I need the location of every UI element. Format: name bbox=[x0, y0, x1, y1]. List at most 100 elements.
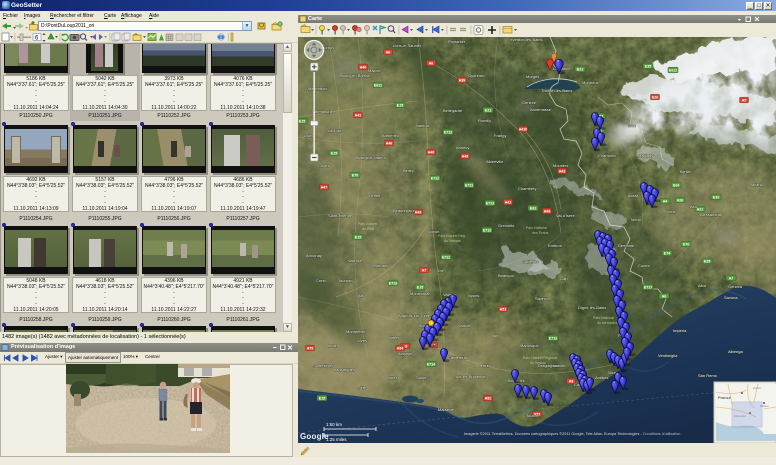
svg-text:Valence: Valence bbox=[348, 258, 363, 263]
svg-text:E21: E21 bbox=[577, 68, 583, 72]
svg-text:E15: E15 bbox=[331, 152, 337, 156]
svg-text:Vidauban: Vidauban bbox=[548, 363, 565, 368]
svg-text:E70: E70 bbox=[683, 243, 689, 247]
svg-text:Chambéry: Chambéry bbox=[518, 186, 536, 191]
svg-text:Ambérieu: Ambérieu bbox=[382, 133, 399, 138]
svg-text:A6: A6 bbox=[386, 51, 391, 55]
svg-text:E714: E714 bbox=[427, 363, 435, 367]
svg-text:Manosque: Manosque bbox=[520, 343, 539, 348]
svg-text:Annonay: Annonay bbox=[306, 253, 322, 258]
svg-text:Martigny: Martigny bbox=[638, 153, 653, 158]
svg-text:A43: A43 bbox=[559, 170, 566, 174]
svg-text:Romans: Romans bbox=[373, 263, 388, 268]
svg-text:Savona: Savona bbox=[724, 295, 738, 300]
svg-text:Bourg-en-Bresse: Bourg-en-Bresse bbox=[340, 73, 371, 78]
svg-text:Toulon: Toulon bbox=[526, 413, 538, 418]
svg-text:E713: E713 bbox=[389, 282, 397, 286]
svg-text:Frangy: Frangy bbox=[494, 133, 506, 138]
svg-text:Villefranche: Villefranche bbox=[312, 109, 334, 114]
svg-text:Google: Google bbox=[300, 432, 329, 441]
svg-text:Annecy: Annecy bbox=[456, 145, 469, 150]
svg-text:Parc Naturel Régional: Parc Naturel Régional bbox=[523, 356, 557, 360]
svg-text:Bellegarde: Bellegarde bbox=[443, 108, 463, 113]
svg-text:Embrun: Embrun bbox=[548, 243, 562, 248]
svg-text:Grenoble: Grenoble bbox=[498, 223, 515, 228]
svg-text:A410: A410 bbox=[519, 128, 528, 132]
svg-text:Istres: Istres bbox=[388, 375, 398, 380]
svg-text:Nîmes: Nîmes bbox=[388, 335, 400, 340]
svg-text:Uzès: Uzès bbox=[358, 338, 367, 343]
svg-text:Nantua: Nantua bbox=[416, 123, 430, 128]
svg-text:1:25 miles: 1:25 miles bbox=[326, 437, 347, 442]
svg-text:Bagnols-sur-Cèze: Bagnols-sur-Cèze bbox=[398, 313, 431, 318]
svg-text:E35: E35 bbox=[645, 65, 651, 69]
svg-text:Beaurepaire: Beaurepaire bbox=[393, 208, 416, 213]
svg-text:E21: E21 bbox=[485, 109, 491, 113]
svg-text:A5: A5 bbox=[742, 99, 747, 103]
svg-text:A39: A39 bbox=[459, 79, 466, 83]
svg-text:Lons-le-Saunier: Lons-le-Saunier bbox=[393, 43, 422, 48]
svg-text:E74: E74 bbox=[664, 252, 670, 256]
svg-text:Asti: Asti bbox=[690, 204, 697, 209]
svg-text:A42: A42 bbox=[355, 114, 362, 118]
svg-text:du Pilat: du Pilat bbox=[362, 227, 374, 231]
svg-text:Pertuis: Pertuis bbox=[478, 363, 490, 368]
svg-text:Val-d'Isère: Val-d'Isère bbox=[556, 213, 575, 218]
svg-text:E611: E611 bbox=[374, 84, 382, 88]
svg-text:du Vercors: du Vercors bbox=[444, 239, 461, 243]
svg-text:E612: E612 bbox=[669, 69, 677, 73]
svg-text:des Écrins: des Écrins bbox=[532, 230, 549, 235]
svg-text:Moutiers: Moutiers bbox=[553, 163, 568, 168]
svg-text:Albertville: Albertville bbox=[486, 159, 504, 164]
svg-text:Ventimiglia: Ventimiglia bbox=[658, 353, 678, 358]
svg-text:A51: A51 bbox=[500, 308, 507, 312]
svg-text:Sion: Sion bbox=[628, 123, 636, 128]
svg-text:Sisteron: Sisteron bbox=[535, 296, 550, 301]
svg-text:Avignon: Avignon bbox=[398, 351, 412, 356]
svg-text:E70: E70 bbox=[352, 174, 358, 178]
svg-text:E713: E713 bbox=[486, 202, 494, 206]
svg-text:Parc National: Parc National bbox=[526, 226, 547, 230]
svg-text:Briançon: Briançon bbox=[498, 273, 514, 278]
svg-text:Parc Naturel: Parc Naturel bbox=[358, 222, 378, 226]
svg-text:Sommières: Sommières bbox=[313, 363, 333, 368]
svg-text:E15: E15 bbox=[299, 120, 305, 124]
svg-text:E64: E64 bbox=[673, 184, 679, 188]
svg-text:Alba: Alba bbox=[698, 283, 707, 288]
svg-text:1:50 km: 1:50 km bbox=[326, 422, 342, 427]
svg-text:Bourgoin-Jallieu: Bourgoin-Jallieu bbox=[356, 155, 385, 160]
svg-text:Biella: Biella bbox=[680, 169, 691, 174]
svg-text:E712: E712 bbox=[549, 337, 557, 341]
svg-text:Parc National: Parc National bbox=[593, 316, 614, 320]
svg-text:Annemasse: Annemasse bbox=[530, 107, 552, 112]
svg-text:Torino: Torino bbox=[630, 217, 642, 222]
svg-text:Genève: Genève bbox=[522, 100, 537, 105]
svg-text:La Tour: La Tour bbox=[328, 128, 342, 133]
svg-text:Gap: Gap bbox=[560, 276, 568, 281]
svg-text:San Remo: San Remo bbox=[698, 373, 718, 378]
svg-text:Antibes: Antibes bbox=[595, 375, 608, 380]
svg-text:E711: E711 bbox=[465, 184, 473, 188]
svg-text:Alessandria: Alessandria bbox=[700, 212, 722, 217]
svg-text:Vienne: Vienne bbox=[368, 193, 381, 198]
svg-text:A7: A7 bbox=[729, 277, 734, 281]
svg-text:E15: E15 bbox=[397, 104, 403, 108]
svg-text:Imperia: Imperia bbox=[673, 328, 687, 333]
svg-text:A6: A6 bbox=[662, 295, 667, 299]
svg-text:A7: A7 bbox=[422, 269, 427, 273]
svg-text:du Verdon: du Verdon bbox=[530, 361, 546, 365]
svg-text:Milano: Milano bbox=[751, 182, 764, 187]
svg-text:E712: E712 bbox=[444, 131, 452, 135]
svg-text:A75: A75 bbox=[307, 347, 314, 351]
svg-text:Crest: Crest bbox=[316, 278, 326, 283]
svg-text:E712: E712 bbox=[483, 229, 491, 233]
svg-text:Die: Die bbox=[438, 268, 445, 273]
svg-text:A46: A46 bbox=[386, 142, 393, 146]
svg-text:Aosta: Aosta bbox=[628, 193, 639, 198]
svg-text:France: France bbox=[718, 395, 732, 400]
svg-text:E15: E15 bbox=[355, 236, 361, 240]
svg-text:A54: A54 bbox=[397, 347, 404, 351]
svg-text:Genova: Genova bbox=[728, 284, 743, 289]
svg-text:E62: E62 bbox=[530, 207, 536, 211]
svg-text:Lunel: Lunel bbox=[328, 343, 338, 348]
